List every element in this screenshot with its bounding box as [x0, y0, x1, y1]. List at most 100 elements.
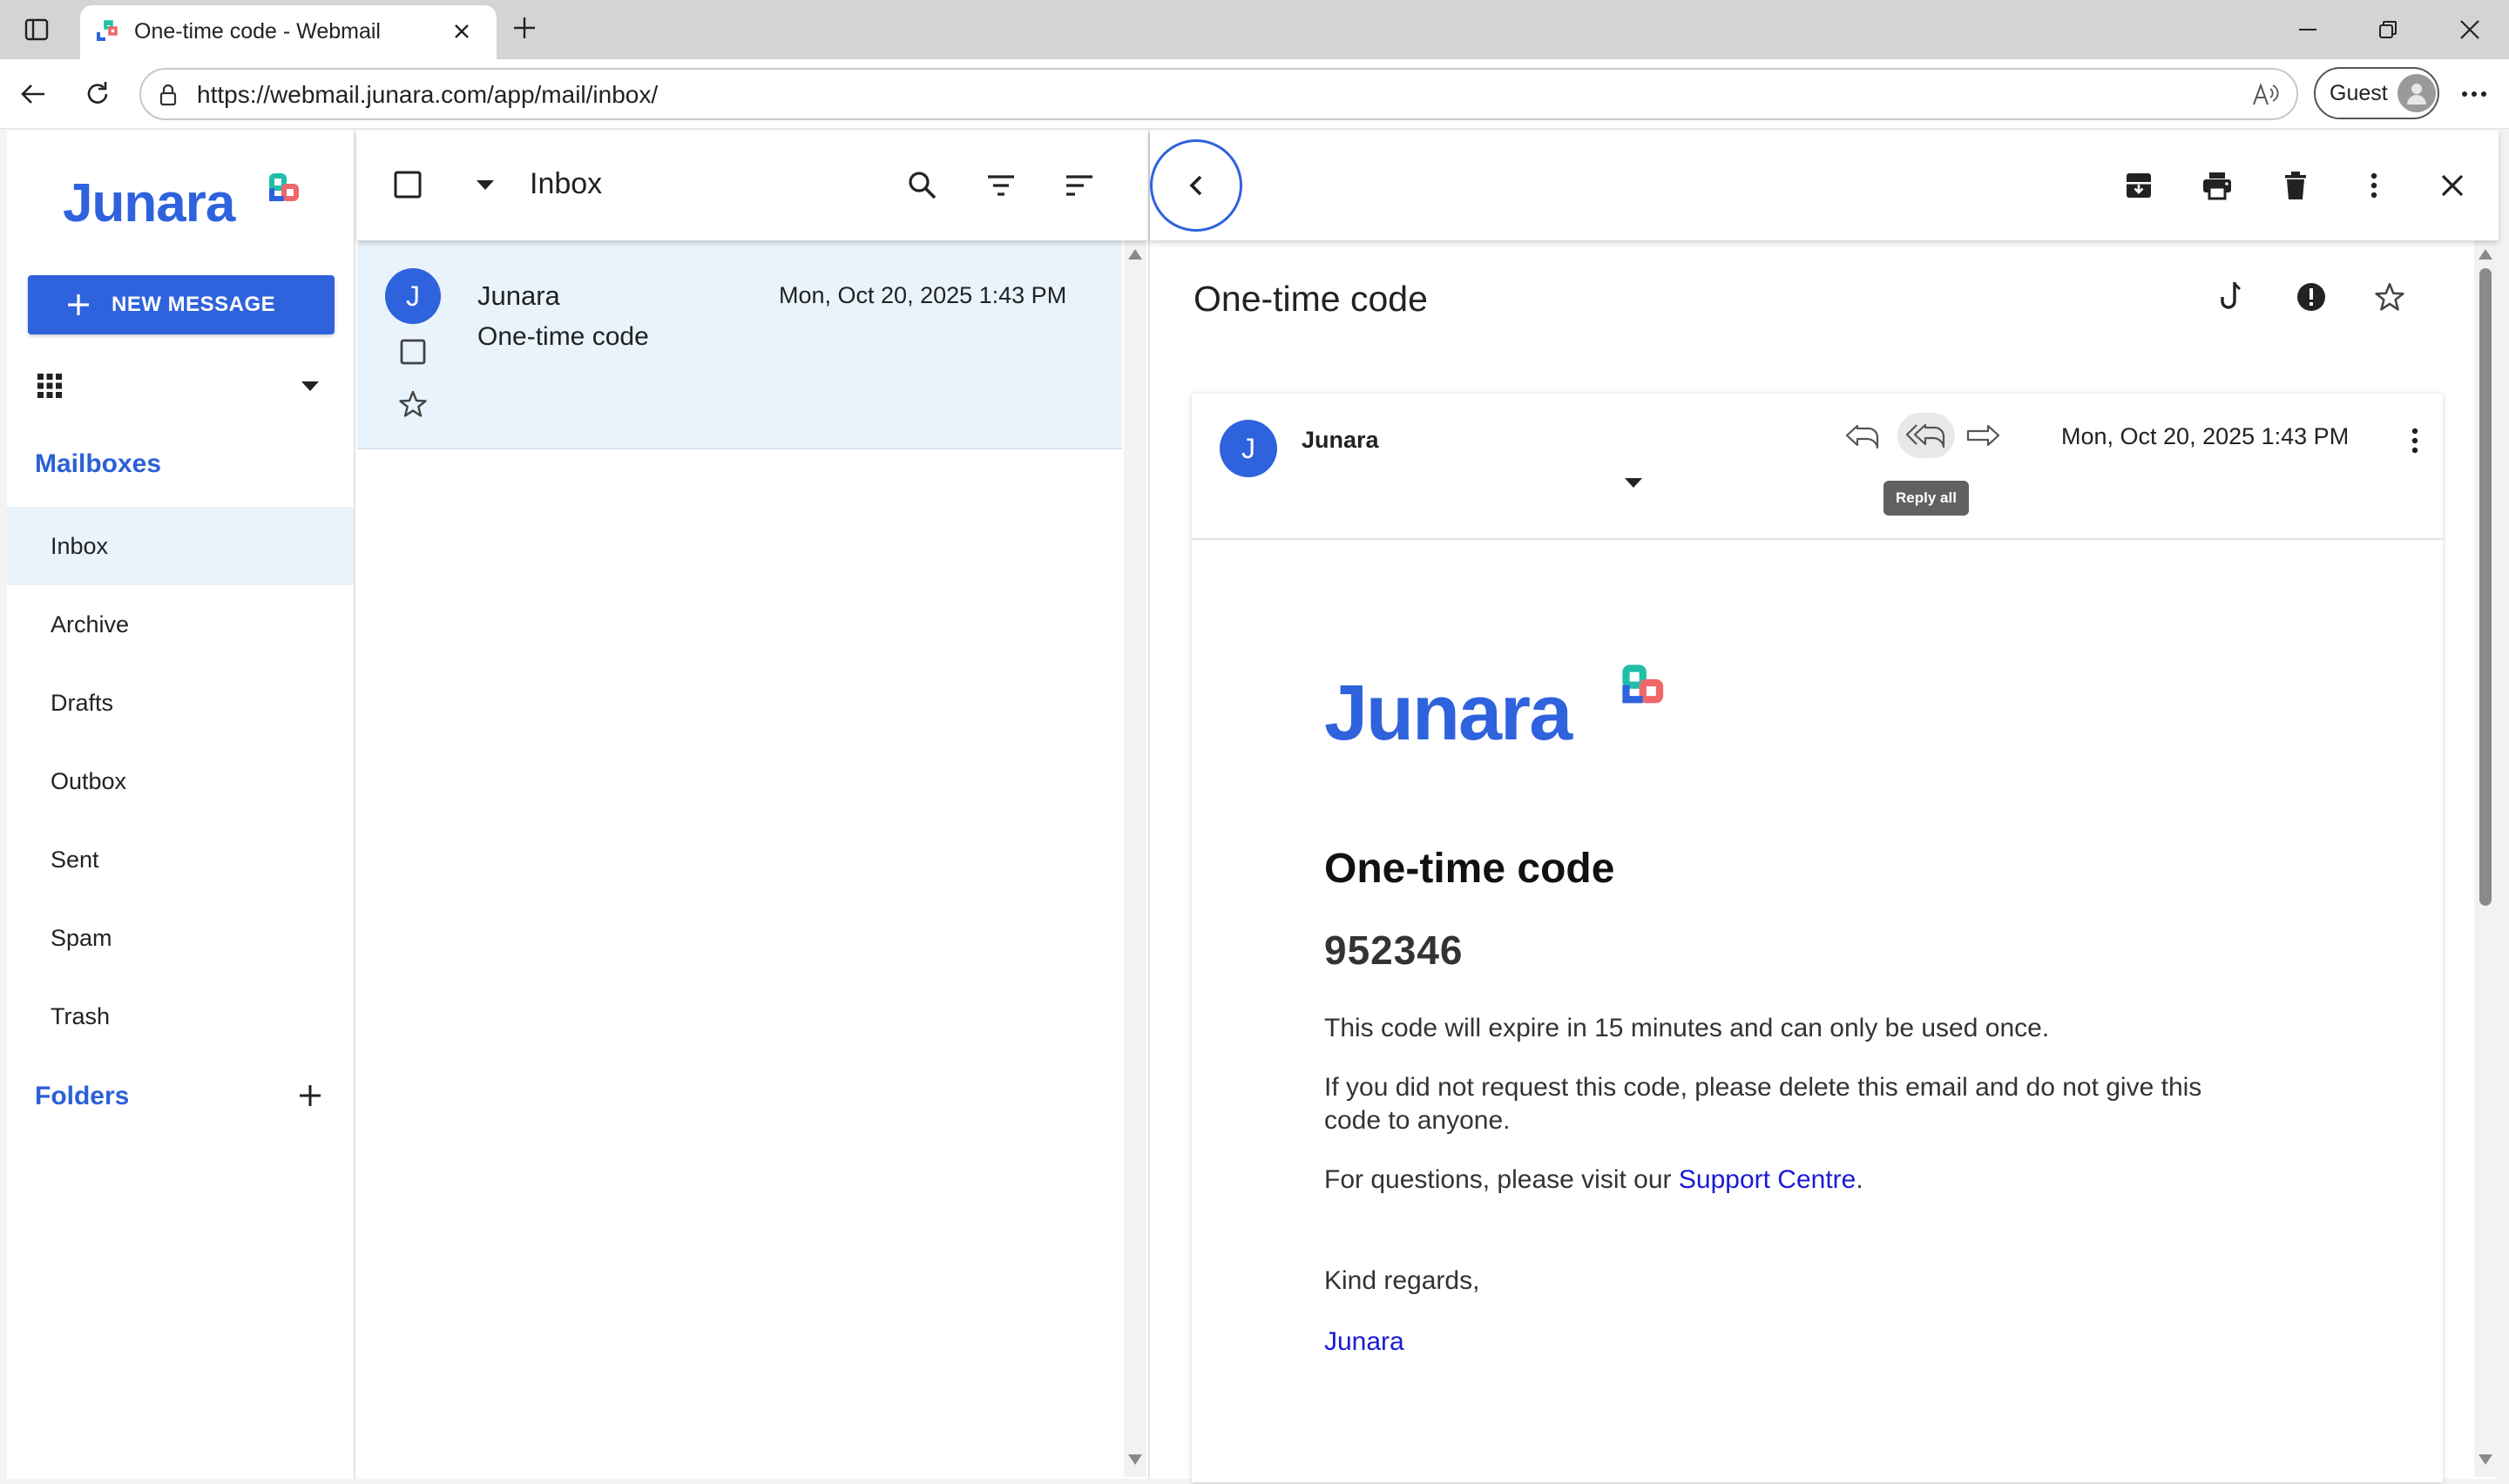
message-list-item[interactable]: J Junara Mon, Oct 20, 2025 1:43 PM One-t…: [357, 240, 1122, 449]
address-bar[interactable]: https://webmail.junara.com/app/mail/inbo…: [139, 68, 2298, 120]
message-checkbox[interactable]: [394, 333, 432, 371]
sidebar-item-trash[interactable]: Trash: [7, 977, 354, 1056]
apps-dropdown-icon[interactable]: [291, 368, 329, 406]
search-icon[interactable]: [903, 165, 943, 206]
support-centre-link[interactable]: Support Centre: [1679, 1165, 1856, 1194]
message-card: J Junara Mon, Oct 20, 2025 1:43 PM Reply…: [1192, 394, 2443, 1482]
sort-icon[interactable]: [1059, 165, 1099, 206]
delete-icon[interactable]: [2276, 165, 2316, 206]
sidebar-item-drafts[interactable]: Drafts: [7, 664, 354, 742]
add-folder-icon[interactable]: [291, 1076, 329, 1115]
minimize-icon[interactable]: [2288, 12, 2328, 47]
email-signature-link[interactable]: Junara: [1324, 1327, 1404, 1357]
message-sender: Junara: [477, 280, 560, 311]
reading-pane: One-time code J Junara Mon, Oct 20, 2025…: [1148, 131, 2499, 1482]
sender-name[interactable]: Junara: [1302, 427, 1379, 454]
tab-title: One-time code - Webmail: [134, 19, 381, 44]
email-logo-text: Junara: [1324, 670, 1572, 757]
sidebar-item-label: Inbox: [51, 533, 109, 559]
select-all-checkbox[interactable]: [389, 165, 427, 204]
close-reader-icon[interactable]: [2432, 165, 2472, 206]
message-date: Mon, Oct 20, 2025 1:43 PM: [779, 282, 1067, 308]
new-tab-icon[interactable]: [507, 10, 542, 45]
scroll-up-icon[interactable]: [2479, 249, 2492, 260]
brand-logo[interactable]: Junara: [63, 172, 315, 235]
restore-icon[interactable]: [2368, 12, 2408, 47]
support-text-suffix: .: [1856, 1165, 1863, 1194]
recipients-dropdown-icon[interactable]: [1619, 469, 1648, 498]
archive-icon[interactable]: [2119, 165, 2159, 206]
filter-icon[interactable]: [981, 165, 1021, 206]
star-icon[interactable]: [394, 385, 432, 423]
profile-button[interactable]: Guest: [2314, 67, 2439, 119]
sender-avatar-letter: J: [406, 280, 420, 312]
sidebar-item-label: Archive: [51, 611, 130, 637]
important-icon[interactable]: [2291, 275, 2331, 319]
more-actions-icon[interactable]: [2354, 165, 2394, 206]
sidebar-item-label: Drafts: [51, 690, 114, 716]
sender-avatar-letter: J: [1241, 432, 1255, 464]
logo-mark-icon: [269, 173, 299, 201]
email-para-expiry: This code will expire in 15 minutes and …: [1324, 1014, 2050, 1042]
reply-all-icon[interactable]: [1897, 413, 1955, 458]
sidebar-item-inbox[interactable]: Inbox: [7, 507, 354, 585]
new-message-label: NEW MESSAGE: [112, 293, 276, 316]
more-options-icon[interactable]: [2455, 77, 2493, 111]
folder-title: Inbox: [530, 167, 603, 200]
list-scrollbar[interactable]: [1124, 240, 1146, 1477]
message-list-pane: Inbox J Junara Mon, Oct 20, 2025 1:43 PM…: [357, 131, 1148, 1479]
sidebar-item-label: Sent: [51, 847, 99, 873]
browser-toolbar: https://webmail.junara.com/app/mail/inbo…: [0, 59, 2509, 129]
message-date: Mon, Oct 20, 2025 1:43 PM: [2061, 423, 2350, 449]
sidebar-item-label: Spam: [51, 925, 112, 951]
apps-grid-icon[interactable]: [28, 364, 71, 408]
collapse-pane-button[interactable]: [1150, 139, 1242, 232]
sidebar-item-sent[interactable]: Sent: [7, 820, 354, 899]
folders-header: Folders: [35, 1082, 130, 1110]
message-more-icon[interactable]: [2397, 422, 2432, 460]
sidebar-item-archive[interactable]: Archive: [7, 585, 354, 664]
thread-hook-icon[interactable]: [2213, 275, 2253, 319]
reader-toolbar: [1150, 131, 2499, 240]
chevron-left-icon: [1189, 175, 1202, 196]
sender-avatar: J: [1220, 420, 1277, 477]
browser-tab-bar: One-time code - Webmail: [0, 0, 2509, 59]
lock-icon[interactable]: [153, 80, 183, 110]
scroll-thumb[interactable]: [2479, 268, 2492, 906]
print-icon[interactable]: [2197, 165, 2237, 206]
brand-logo-text: Junara: [63, 173, 235, 233]
tooltip-text: Reply all: [1896, 489, 1957, 506]
reader-scrollbar[interactable]: [2474, 240, 2497, 1477]
email-closing: Kind regards,: [1324, 1266, 1480, 1295]
email-para-warning-line1: If you did not request this code, please…: [1324, 1073, 2202, 1102]
logo-mark-icon: [1622, 664, 1664, 704]
select-dropdown-icon[interactable]: [470, 171, 500, 200]
sidebar-toggle-icon[interactable]: [19, 12, 54, 47]
forward-icon[interactable]: [1958, 415, 2007, 458]
email-logo: Junara: [1324, 664, 1690, 757]
star-icon[interactable]: [2368, 275, 2411, 319]
email-heading: One-time code: [1324, 846, 1615, 892]
profile-label: Guest: [2330, 81, 2388, 105]
scroll-up-icon[interactable]: [1128, 249, 1142, 260]
read-aloud-icon[interactable]: [2248, 78, 2282, 111]
list-toolbar: Inbox: [357, 131, 1148, 240]
message-subject-title: One-time code: [1194, 279, 1428, 319]
sidebar-item-spam[interactable]: Spam: [7, 899, 354, 977]
sidebar-item-label: Outbox: [51, 768, 127, 794]
back-icon[interactable]: [14, 75, 52, 113]
url-text: https://webmail.junara.com/app/mail/inbo…: [197, 81, 659, 108]
sidebar-item-label: Trash: [51, 1003, 111, 1029]
scroll-down-icon[interactable]: [1128, 1454, 1142, 1465]
sidebar-item-outbox[interactable]: Outbox: [7, 742, 354, 820]
reply-icon[interactable]: [1838, 415, 1887, 458]
new-message-button[interactable]: NEW MESSAGE: [28, 275, 335, 334]
window-close-icon[interactable]: [2450, 12, 2490, 47]
scroll-down-icon[interactable]: [2479, 1454, 2492, 1465]
browser-tab[interactable]: One-time code - Webmail: [80, 5, 497, 59]
tab-close-icon[interactable]: [446, 16, 477, 47]
otp-code: 952346: [1324, 928, 1464, 973]
mailboxes-header: Mailboxes: [35, 449, 162, 478]
message-header: J Junara Mon, Oct 20, 2025 1:43 PM Reply…: [1192, 394, 2443, 540]
refresh-icon[interactable]: [78, 75, 117, 113]
